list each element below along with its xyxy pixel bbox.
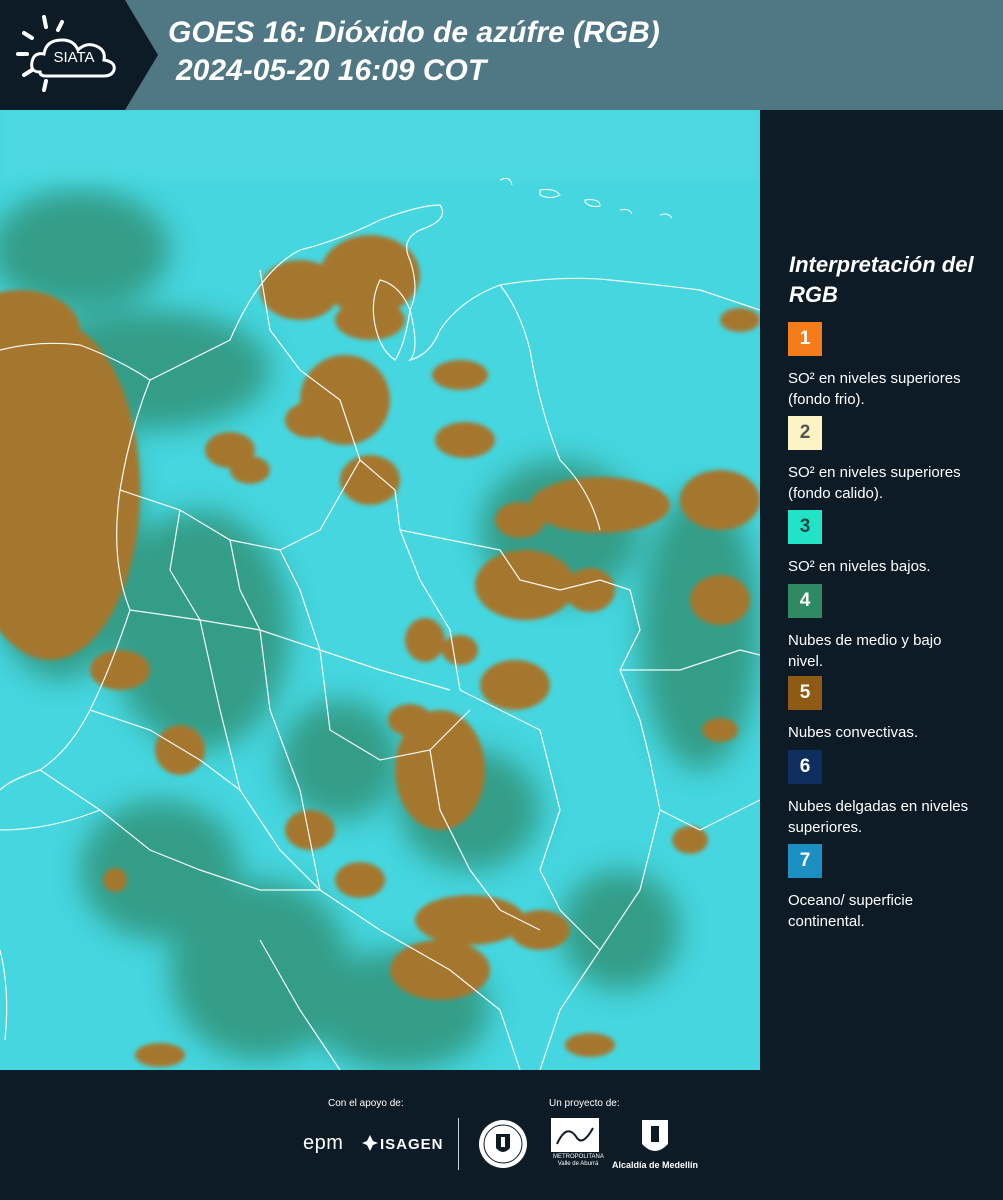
legend-item-6: 6 Nubes delgadas en niveles superiores. <box>788 750 988 838</box>
logo-text: SIATA <box>53 49 94 66</box>
timestamp: 2024-05-20 16:09 COT <box>176 54 487 87</box>
medellin-seal-icon <box>479 1120 527 1168</box>
area-metropolitana-label: METROPOLITANA Valle de Aburrá <box>553 1154 604 1167</box>
legend-swatch-4: 4 <box>788 584 822 618</box>
page-title: GOES 16: Dióxido de azúfre (RGB) <box>168 16 660 49</box>
legend-item-5: 5 Nubes convectivas. <box>788 676 988 743</box>
isagen-logo: ISAGEN <box>380 1136 444 1153</box>
legend-item-1: 1 SO² en niveles superiores (fondo frio)… <box>788 322 988 410</box>
legend-swatch-2: 2 <box>788 416 822 450</box>
legend-title: Interpretación del RGB <box>789 252 974 307</box>
area-metropolitana-icon <box>551 1118 599 1152</box>
legend-swatch-3: 3 <box>788 510 822 544</box>
title-block: GOES 16: Dióxido de azúfre (RGB) 2024-05… <box>168 14 660 90</box>
footer-divider <box>458 1118 459 1170</box>
alcaldia-label: Alcaldía de Medellín <box>612 1160 699 1170</box>
legend-item-7: 7 Oceano/ superficie continental. <box>788 844 988 932</box>
legend-label-7: Oceano/ superficie continental. <box>788 892 914 930</box>
legend-swatch-7: 7 <box>788 844 822 878</box>
header-bar: SIATA GOES 16: Dióxido de azúfre (RGB) 2… <box>0 0 1003 110</box>
legend-label-1: SO² en niveles superiores (fondo frio). <box>788 370 961 408</box>
alcaldia-shield-icon <box>642 1120 668 1151</box>
epm-logo: epm <box>303 1132 344 1154</box>
legend-label-3: SO² en niveles bajos. <box>788 558 931 575</box>
legend-panel: Interpretación del RGB 1 SO² en niveles … <box>760 110 1003 1070</box>
legend-item-3: 3 SO² en niveles bajos. <box>788 510 988 577</box>
siata-logo: SIATA <box>0 0 160 110</box>
legend-label-6: Nubes delgadas en niveles superiores. <box>788 798 969 836</box>
support-label: Con el apoyo de: <box>328 1098 404 1109</box>
footer-bar: Con el apoyo de: Un proyecto de: epm ISA… <box>0 1070 1003 1200</box>
isagen-icon <box>362 1135 378 1151</box>
legend-item-4: 4 Nubes de medio y bajo nivel. <box>788 584 988 672</box>
legend-swatch-1: 1 <box>788 322 822 356</box>
legend-label-2: SO² en niveles superiores (fondo calido)… <box>788 464 961 502</box>
project-label: Un proyecto de: <box>549 1098 620 1109</box>
legend-label-5: Nubes convectivas. <box>788 724 919 741</box>
legend-item-2: 2 SO² en niveles superiores (fondo calid… <box>788 416 988 504</box>
legend-swatch-6: 6 <box>788 750 822 784</box>
legend-label-4: Nubes de medio y bajo nivel. <box>788 632 942 670</box>
satellite-map <box>0 110 760 1070</box>
legend-swatch-5: 5 <box>788 676 822 710</box>
